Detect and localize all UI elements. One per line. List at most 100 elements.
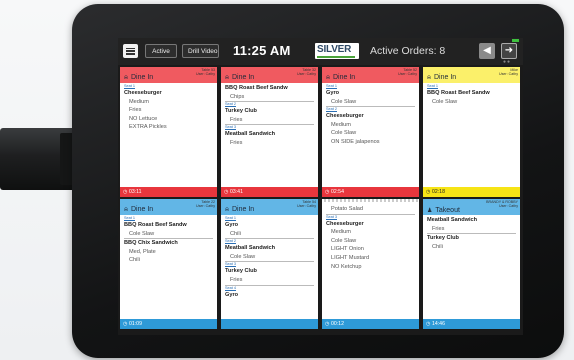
- item-modifier: Cole Slaw: [124, 230, 213, 240]
- ticket-timer-bar: ◷ 03:41: [221, 187, 318, 197]
- item-modifier: Chips: [225, 93, 314, 103]
- item-modifier: LIGHT Onion: [331, 246, 364, 253]
- order-type-label: ♟ Takeout: [427, 207, 460, 214]
- server-name: User: Cathy: [499, 204, 518, 209]
- ticket-timer-bar: ◷ 03:11: [120, 187, 217, 197]
- menu-item: Turkey Club: [225, 268, 257, 275]
- item-modifier: Cole Slaw: [225, 253, 314, 263]
- ticket-timer: ◷ 03:11: [123, 189, 142, 195]
- item-modifier: NO Ketchup: [331, 263, 362, 270]
- order-type-label: ⍾ Dine In: [225, 206, 254, 214]
- menu-item: BBQ Roast Beef Sandw: [124, 222, 187, 228]
- active-button[interactable]: Active: [145, 44, 177, 58]
- menu-button[interactable]: [123, 44, 138, 58]
- menu-item: Turkey Club: [427, 235, 459, 242]
- battery-icon: [512, 39, 519, 42]
- item-modifier: Potato Salad: [326, 205, 415, 215]
- arrow-right-icon: ➜: [504, 45, 514, 56]
- ticket-meta: Table 32 User: Cathy: [297, 68, 316, 76]
- order-ticket[interactable]: ⍾ Dine In Table 32 User: Cathy BBQ Roast Bee…: [221, 67, 318, 197]
- item-modifier: ON SIDE jalapenos: [331, 138, 380, 145]
- item-modifier: Cole Slaw: [326, 98, 415, 108]
- drill-video-button[interactable]: Drill Video: [182, 44, 219, 58]
- server-name: User: Cathy: [297, 72, 316, 77]
- server-name: User: Cathy: [297, 204, 316, 209]
- ticket-header: ⍾ Dine In Table 52 User: Cathy: [322, 67, 419, 83]
- item-modifier: Fries: [225, 116, 314, 126]
- ticket-timer: ◷ 00:12: [325, 321, 344, 327]
- order-type-label: ⍾ Dine In: [124, 206, 153, 214]
- ticket-meta: Table 54 User: Cathy: [297, 200, 316, 208]
- ticket-items: Seat 1 Cheeseburger Medium Fries NO Lettuce E…: [120, 83, 217, 132]
- menu-item: Cheeseburger: [326, 113, 364, 120]
- ticket-meta: Table 22 User: Cathy: [196, 200, 215, 208]
- hamburger-icon-line: [126, 50, 135, 52]
- item-modifier: Fries: [129, 107, 142, 114]
- ticket-items: Seat 1 BBQ Roast Beef Sandw Cole Slaw BBQ C…: [120, 215, 217, 265]
- menu-item: Turkey Club: [225, 108, 257, 115]
- bell-icon: ⍾: [225, 75, 229, 81]
- bell-icon: ⍾: [427, 75, 431, 81]
- hamburger-icon-line: [126, 53, 135, 55]
- ticket-meta: Mike User: Cathy: [499, 68, 518, 76]
- bell-icon: ⍾: [124, 207, 128, 213]
- next-page-button[interactable]: ➜: [501, 43, 517, 59]
- logo-underline: [317, 56, 355, 58]
- order-type-text: Takeout: [435, 207, 460, 214]
- ticket-header: ⍾ Dine In Mike User: Cathy: [423, 67, 520, 83]
- item-modifier: Chili: [129, 257, 140, 264]
- ticket-header: ♟ Takeout BRANDY & ROBBY User: Cathy: [423, 199, 520, 215]
- item-modifier: EXTRA Pickles: [129, 124, 167, 131]
- order-type-text: Dine In: [231, 74, 255, 81]
- ticket-timer-bar: ◷ 02:54: [322, 187, 419, 197]
- server-name: User: Cathy: [196, 72, 215, 77]
- ticket-timer-bar: ◷ 14:46: [423, 319, 520, 329]
- menu-item: Gyro: [225, 222, 239, 228]
- order-ticket[interactable]: ⍾ Dine In Table 52 User: Cathy Seat 1 Gyro Col…: [322, 67, 419, 197]
- item-modifier: Fries: [427, 225, 516, 235]
- ticket-header: ⍾ Dine In Table 54 User: Cathy: [221, 199, 318, 215]
- arrow-left-icon: ◀: [483, 45, 491, 56]
- ticket-items: Seat 1 Gyro Cole Slaw Seat 2 Cheeseburger Med…: [322, 83, 419, 147]
- item-modifier: Chili: [225, 230, 314, 240]
- bell-icon: ⍾: [124, 75, 128, 81]
- ticket-timer: ◷ 02:54: [325, 189, 344, 195]
- bell-icon: ⍾: [225, 207, 229, 213]
- item-modifier: Cole Slaw: [432, 98, 458, 105]
- order-ticket[interactable]: ♟ Takeout BRANDY & ROBBY User: Cathy Meatbal…: [423, 199, 520, 329]
- top-bar: Active Drill Video 11:25 AM SILVER Activ…: [118, 38, 523, 65]
- order-ticket[interactable]: ⍾ Dine In Table 53 User: Cathy Seat 1 Cheeseb…: [120, 67, 217, 197]
- order-ticket[interactable]: Potato Salad Seat 3 Cheeseburger Medium Cole…: [322, 199, 419, 329]
- logo: SILVER: [315, 43, 359, 59]
- order-type-text: Dine In: [130, 206, 154, 213]
- order-type-label: ⍾ Dine In: [326, 74, 355, 82]
- item-modifier: Chili: [432, 243, 443, 250]
- ticket-items: Seat 1 BBQ Roast Beef Sandw Cole Slaw: [423, 83, 520, 106]
- menu-item: Cheeseburger: [124, 90, 162, 96]
- menu-item: Cheeseburger: [326, 220, 364, 227]
- takeout-person-icon: ♟: [427, 208, 433, 214]
- menu-item: BBQ Chix Sandwich: [124, 240, 178, 247]
- order-ticket[interactable]: ⍾ Dine In Table 22 User: Cathy Seat 1 BBQ Roa…: [120, 199, 217, 329]
- server-name: User: Cathy: [196, 204, 215, 209]
- ticket-timer: ◷ 14:46: [426, 321, 445, 327]
- order-type-label: ⍾ Dine In: [124, 74, 153, 82]
- menu-item: Gyro: [326, 90, 340, 96]
- ticket-meta: BRANDY & ROBBY User: Cathy: [486, 200, 518, 208]
- order-ticket[interactable]: ⍾ Dine In Mike User: Cathy Seat 1 BBQ Roast B…: [423, 67, 520, 197]
- order-ticket[interactable]: ⍾ Dine In Table 54 User: Cathy Seat 1 Gyro Chi…: [221, 199, 318, 329]
- ticket-items: Potato Salad Seat 3 Cheeseburger Medium Cole…: [322, 204, 419, 271]
- order-type-label: ⍾ Dine In: [427, 74, 456, 82]
- ticket-header: ⍾ Dine In Table 22 User: Cathy: [120, 199, 217, 215]
- server-name: User: Cathy: [499, 72, 518, 77]
- bell-icon: ⍾: [326, 75, 330, 81]
- item-modifier: Med, Plate: [129, 248, 156, 255]
- server-name: User: Cathy: [398, 72, 417, 77]
- ticket-timer-bar: ◷ 01:09: [120, 319, 217, 329]
- ticket-timer-bar: ◷ 00:12: [322, 319, 419, 329]
- ticket-timer: ◷ 03:41: [224, 189, 243, 195]
- ticket-items: BBQ Roast Beef Sandw Chips Seat 2 Turkey Cl…: [221, 83, 318, 148]
- ticket-timer-bar: ◷ 02:18: [423, 187, 520, 197]
- previous-page-button[interactable]: ◀: [479, 43, 495, 59]
- item-modifier: Cole Slaw: [331, 130, 357, 137]
